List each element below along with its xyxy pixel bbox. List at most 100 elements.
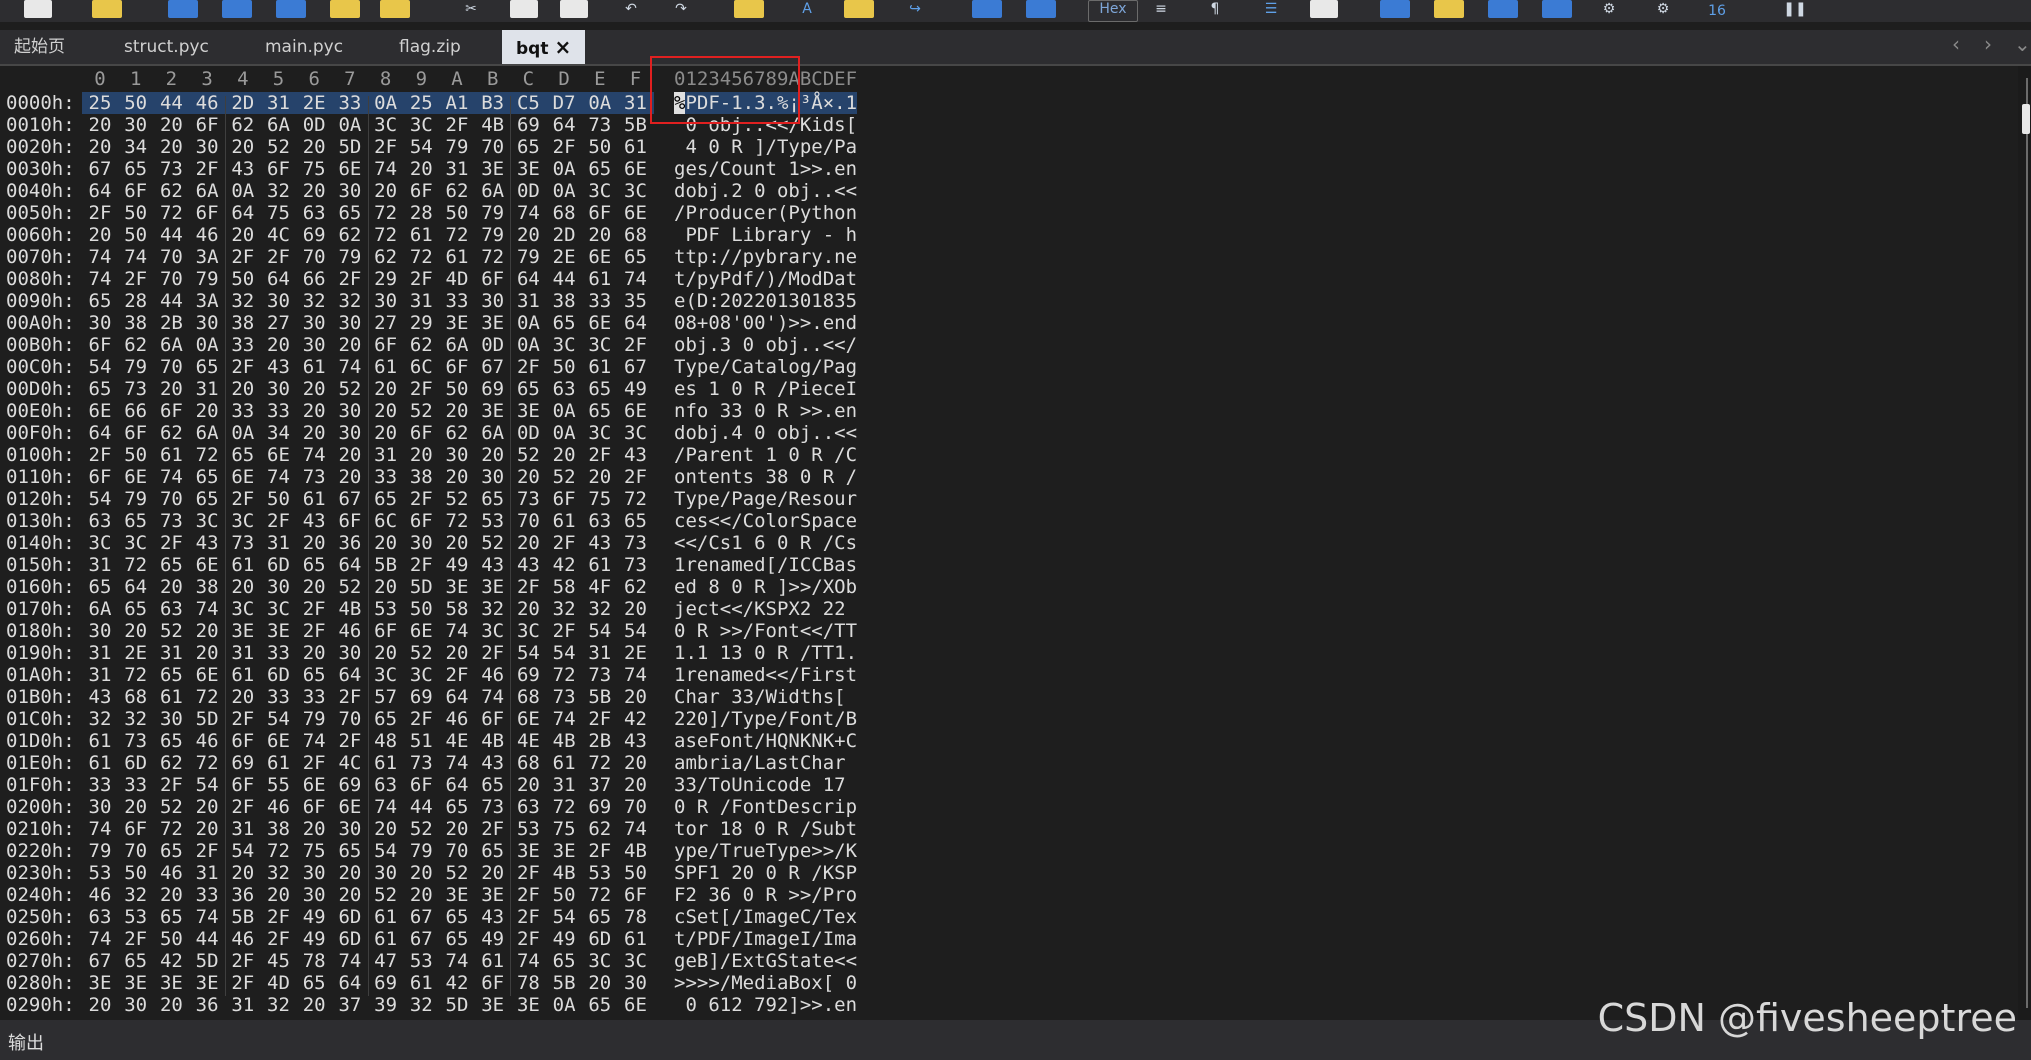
hex-byte[interactable]: 31: [617, 92, 654, 114]
hex-byte[interactable]: 65: [439, 906, 475, 928]
hex-byte[interactable]: 65: [510, 136, 546, 158]
hex-byte[interactable]: 2F: [118, 928, 154, 950]
hex-byte[interactable]: 65: [582, 994, 618, 1016]
hex-byte[interactable]: 74: [153, 466, 189, 488]
hex-byte[interactable]: 32: [261, 994, 297, 1016]
hex-byte[interactable]: 44: [546, 268, 582, 290]
cut-icon[interactable]: ✂: [456, 0, 486, 18]
hex-byte[interactable]: 3E: [510, 994, 546, 1016]
hex-byte[interactable]: 20: [82, 224, 118, 246]
hex-byte[interactable]: 20: [368, 818, 404, 840]
ascii-text[interactable]: 1.1 13 0 R /TT1.: [674, 642, 857, 664]
hex-byte[interactable]: 0A: [510, 312, 546, 334]
ascii-text[interactable]: t/pyPdf/)/ModDat: [674, 268, 857, 290]
hex-byte[interactable]: 33: [225, 400, 261, 422]
hex-byte[interactable]: 30: [189, 136, 225, 158]
hex-byte[interactable]: 73: [618, 554, 654, 576]
hex-byte[interactable]: 28: [118, 290, 154, 312]
hex-byte[interactable]: 74: [332, 356, 368, 378]
hex-byte[interactable]: 43: [296, 510, 332, 532]
ascii-text[interactable]: ambria/LastChar: [674, 752, 857, 774]
hex-byte[interactable]: 6F: [118, 180, 154, 202]
hex-byte[interactable]: 3E: [475, 994, 511, 1016]
hex-byte[interactable]: 53: [475, 510, 511, 532]
hex-byte[interactable]: 72: [118, 554, 154, 576]
tab-scroll-left-icon[interactable]: ‹: [1952, 32, 1960, 56]
hex-byte[interactable]: 69: [296, 224, 332, 246]
hex-byte[interactable]: 74: [82, 268, 118, 290]
hex-byte[interactable]: 52: [403, 400, 439, 422]
hex-byte[interactable]: 20: [403, 444, 439, 466]
hex-byte[interactable]: 32: [82, 708, 118, 730]
hex-byte[interactable]: 6F: [403, 180, 439, 202]
hex-byte[interactable]: 44: [189, 928, 225, 950]
hex-byte[interactable]: 74: [475, 686, 511, 708]
hex-byte[interactable]: 36: [189, 994, 225, 1016]
hex-byte[interactable]: 3A: [189, 290, 225, 312]
hex-byte[interactable]: 46: [261, 796, 297, 818]
hex-row[interactable]: 0030h: 67 65 73 2F 43 6F 75 6E 74 20 31 3E 3E 0A 65 6E ge…: [0, 158, 900, 180]
hex-byte[interactable]: 74: [296, 730, 332, 752]
hex-byte[interactable]: 42: [618, 708, 654, 730]
hex-byte[interactable]: 0A: [225, 180, 261, 202]
hex-byte[interactable]: 6F: [118, 818, 154, 840]
hex-byte[interactable]: 5D: [332, 136, 368, 158]
hex-byte[interactable]: 61: [153, 686, 189, 708]
hex-byte[interactable]: 54: [510, 642, 546, 664]
hex-byte[interactable]: 6F: [368, 620, 404, 642]
hex-byte[interactable]: 20: [368, 400, 404, 422]
hex-byte[interactable]: 46: [189, 224, 225, 246]
hex-byte[interactable]: 44: [403, 796, 439, 818]
hex-byte[interactable]: 4B: [475, 114, 511, 136]
hex-byte[interactable]: 72: [582, 752, 618, 774]
hex-byte[interactable]: 20: [189, 642, 225, 664]
hex-byte[interactable]: 75: [296, 158, 332, 180]
hex-byte[interactable]: 43: [582, 532, 618, 554]
save-all-icon[interactable]: [276, 0, 306, 18]
hex-byte[interactable]: 5B: [546, 972, 582, 994]
hex-byte[interactable]: 64: [332, 972, 368, 994]
hex-byte[interactable]: 6F: [296, 796, 332, 818]
hex-byte[interactable]: 28: [403, 202, 439, 224]
hex-byte[interactable]: 44: [153, 92, 190, 114]
hex-byte[interactable]: 49: [296, 906, 332, 928]
hex-byte[interactable]: 43: [510, 554, 546, 576]
hex-byte[interactable]: 64: [546, 114, 582, 136]
hex-byte[interactable]: 52: [403, 818, 439, 840]
hex-byte[interactable]: 30: [439, 444, 475, 466]
hex-byte[interactable]: 52: [510, 444, 546, 466]
hex-byte[interactable]: 2F: [82, 202, 118, 224]
hex-byte[interactable]: 57: [368, 686, 404, 708]
hex-byte[interactable]: 54: [225, 840, 261, 862]
hex-byte[interactable]: 20: [296, 378, 332, 400]
hex-byte[interactable]: 3C: [225, 510, 261, 532]
hex-byte[interactable]: 4C: [261, 224, 297, 246]
hex-byte[interactable]: 70: [118, 840, 154, 862]
hex-byte[interactable]: 2F: [582, 840, 618, 862]
hex-byte[interactable]: 20: [618, 752, 654, 774]
hex-byte[interactable]: 47: [368, 950, 404, 972]
hex-byte[interactable]: 46: [189, 730, 225, 752]
hex-byte[interactable]: C5: [510, 92, 547, 114]
hex-byte[interactable]: 61: [368, 928, 404, 950]
hex-row[interactable]: 0120h: 54 79 70 65 2F 50 61 67 65 2F 52 65 73 6F 75 72 Ty…: [0, 488, 900, 510]
hex-byte[interactable]: 3C: [582, 180, 618, 202]
hex-byte[interactable]: 73: [153, 158, 189, 180]
hex-byte[interactable]: 61: [82, 752, 118, 774]
hex-byte[interactable]: 78: [510, 972, 546, 994]
hex-byte[interactable]: 30: [118, 114, 154, 136]
hex-byte[interactable]: 20: [153, 994, 189, 1016]
hex-byte[interactable]: 30: [296, 334, 332, 356]
hex-byte[interactable]: 6E: [225, 466, 261, 488]
hex-byte[interactable]: 65: [332, 202, 368, 224]
hex-byte[interactable]: 32: [475, 598, 511, 620]
hex-byte[interactable]: 65: [153, 554, 189, 576]
hex-byte[interactable]: 20: [332, 466, 368, 488]
hex-byte[interactable]: 2F: [618, 334, 654, 356]
hex-byte[interactable]: 6E: [582, 312, 618, 334]
hex-byte[interactable]: 79: [118, 488, 154, 510]
hex-byte[interactable]: 74: [189, 906, 225, 928]
hex-byte[interactable]: 72: [261, 840, 297, 862]
hex-byte[interactable]: 67: [82, 158, 118, 180]
hex-byte[interactable]: 2F: [403, 708, 439, 730]
